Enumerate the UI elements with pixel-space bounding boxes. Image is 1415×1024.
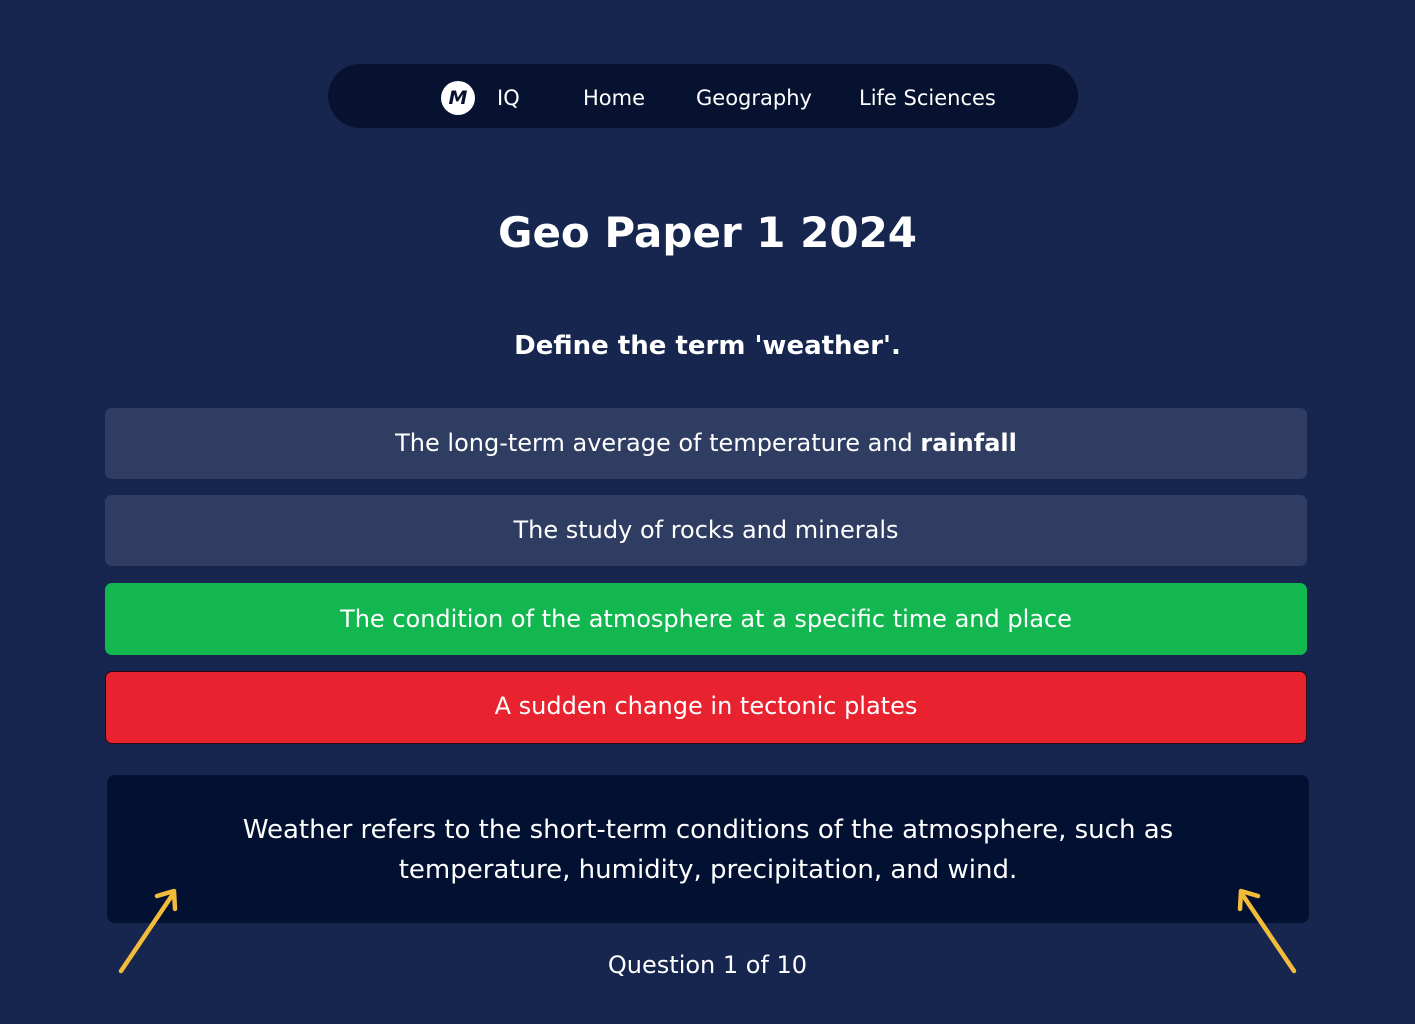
- question-text: Define the term 'weather'.: [514, 331, 901, 361]
- top-nav: M IQ Home Geography Life Sciences: [328, 64, 1078, 128]
- nav-item-life-sciences[interactable]: Life Sciences: [859, 84, 996, 112]
- page-title: Geo Paper 1 2024: [497, 208, 918, 257]
- nav-item-geography[interactable]: Geography: [696, 84, 812, 112]
- question-counter: Question 1 of 10: [607, 951, 808, 979]
- explanation-text: Weather refers to the short-term conditi…: [242, 815, 1174, 885]
- answer-option-4-wrong[interactable]: A sudden change in tectonic plates: [105, 671, 1307, 744]
- answer-option-1-text: The long-term average of temperature and: [395, 429, 921, 457]
- answer-option-2[interactable]: The study of rocks and minerals: [105, 495, 1307, 566]
- nav-item-home[interactable]: Home: [583, 84, 645, 112]
- answer-option-3-correct[interactable]: The condition of the atmosphere at a spe…: [105, 583, 1307, 655]
- brand-name[interactable]: IQ: [497, 84, 520, 112]
- answer-option-3-text: The condition of the atmosphere at a spe…: [340, 605, 1072, 633]
- answer-option-1[interactable]: The long-term average of temperature and…: [105, 408, 1307, 479]
- explanation-panel: Weather refers to the short-term conditi…: [107, 775, 1309, 923]
- answer-option-2-text: The study of rocks and minerals: [513, 516, 899, 544]
- answer-option-1-emphasis: rainfall: [920, 429, 1017, 457]
- brand-logo-icon[interactable]: M: [441, 81, 475, 115]
- answer-option-4-text: A sudden change in tectonic plates: [494, 692, 918, 720]
